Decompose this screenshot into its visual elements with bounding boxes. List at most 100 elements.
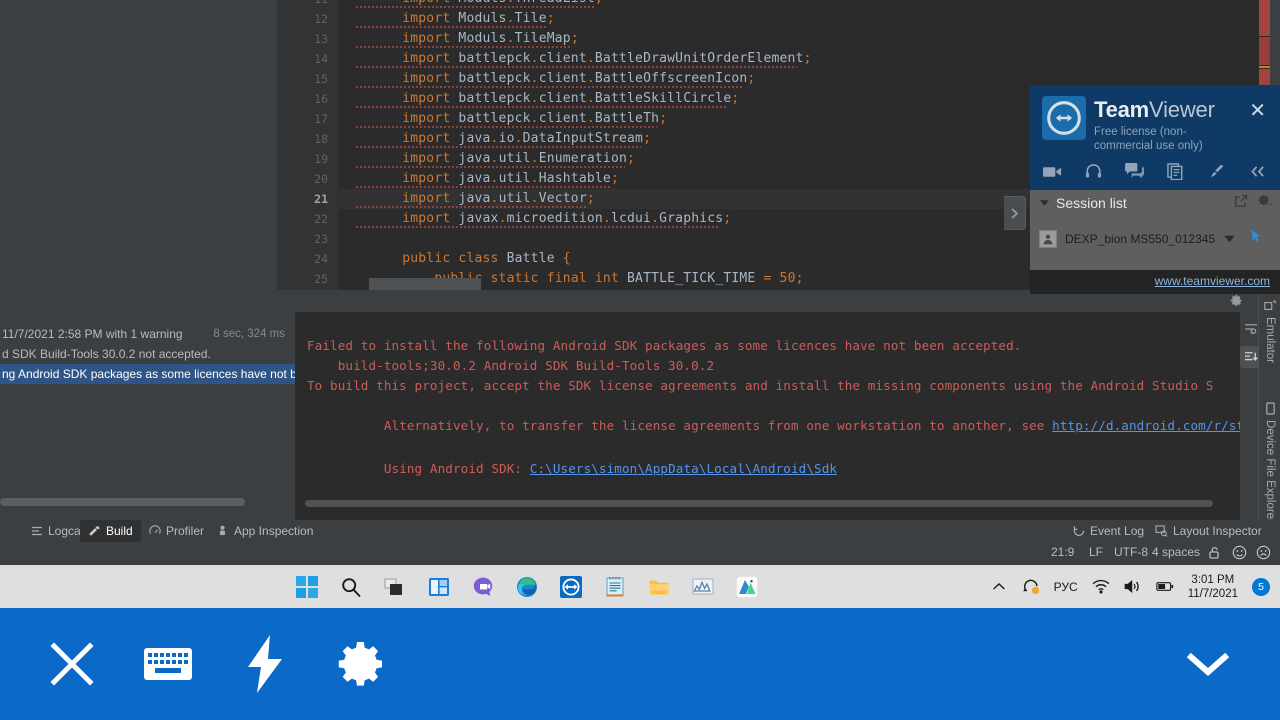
android-studio-icon[interactable]: [733, 573, 761, 601]
settings-button[interactable]: [320, 608, 400, 720]
tab-layout-inspector[interactable]: Layout Inspector: [1155, 520, 1262, 542]
line-number: 17: [288, 109, 328, 129]
tool-tab-label: Emulator: [1264, 317, 1276, 363]
build-tree-row[interactable]: d SDK Build-Tools 30.0.2 not accepted.: [0, 344, 295, 364]
performance-monitor-icon[interactable]: [689, 573, 717, 601]
windows-update-icon[interactable]: [1022, 578, 1040, 596]
unlocked-icon[interactable]: [1208, 546, 1221, 563]
chat-teams-icon[interactable]: [469, 573, 497, 601]
task-view-icon[interactable]: [381, 573, 409, 601]
language-indicator[interactable]: РУС: [1054, 578, 1078, 596]
error-squiggle: [356, 206, 586, 208]
status-bar: 21:9 LF UTF-8 4 spaces: [0, 542, 1280, 565]
file-encoding[interactable]: UTF-8: [1114, 545, 1148, 559]
keyboard-button[interactable]: [128, 608, 208, 720]
collapse-bar-button[interactable]: [1168, 608, 1248, 720]
expand-panel-arrow[interactable]: [1004, 196, 1026, 230]
console-sdk-prefix: Using Android SDK:: [384, 461, 530, 476]
avatar: [1039, 230, 1057, 248]
line-number: 16: [288, 89, 328, 109]
line-separator[interactable]: LF: [1089, 545, 1103, 559]
tool-tab-device-file-explorer[interactable]: Device File Explorer: [1259, 396, 1280, 536]
teamviewer-title-light: Viewer: [1149, 97, 1215, 122]
popout-icon[interactable]: [1234, 194, 1248, 213]
file-explorer-icon[interactable]: [645, 573, 673, 601]
close-icon[interactable]: ✕: [1249, 102, 1266, 120]
tab-label: Profiler: [166, 524, 204, 538]
taskbar-clock[interactable]: 3:01 PM 11/7/2021: [1188, 573, 1238, 601]
tool-tab-emulator[interactable]: Emulator: [1259, 294, 1280, 386]
build-tree-row-selected[interactable]: ng Android SDK packages as some licences…: [0, 364, 295, 384]
sad-face-icon[interactable]: [1256, 545, 1271, 563]
code-selection: [369, 278, 481, 290]
microsoft-edge-icon[interactable]: [513, 573, 541, 601]
chat-icon[interactable]: [1124, 161, 1144, 181]
battery-icon[interactable]: [1156, 578, 1174, 596]
console-horizontal-scrollbar[interactable]: [295, 499, 1240, 508]
build-results-tree[interactable]: 11/7/2021 2:58 PM with 1 warning 8 sec, …: [0, 312, 295, 520]
line-number: 19: [288, 149, 328, 169]
teamviewer-session-panel: Session list DEXP_bion MS550_0123456789: [1030, 190, 1280, 270]
editor-gutter[interactable]: 111213141516171819202122232425: [277, 0, 338, 290]
build-tool-window: 11/7/2021 2:58 PM with 1 warning 8 sec, …: [0, 290, 1280, 520]
teamviewer-logo-icon: [1042, 96, 1086, 140]
actions-button[interactable]: [225, 608, 305, 720]
show-hidden-icons[interactable]: [990, 578, 1008, 596]
video-camera-icon[interactable]: [1042, 161, 1062, 181]
error-squiggle: [356, 66, 797, 68]
tab-label: Logcat: [48, 524, 84, 538]
tab-event-log[interactable]: Event Log: [1072, 520, 1144, 542]
teamviewer-website-link[interactable]: www.teamviewer.com: [1155, 274, 1270, 288]
tab-build[interactable]: Build: [80, 520, 141, 542]
gear-icon[interactable]: [1258, 194, 1272, 213]
chevron-down-icon[interactable]: [1039, 194, 1050, 212]
search-icon[interactable]: [337, 573, 365, 601]
build-tree-row[interactable]: 11/7/2021 2:58 PM with 1 warning 8 sec, …: [0, 324, 295, 344]
notepad-icon[interactable]: [601, 573, 629, 601]
notification-badge[interactable]: 5: [1252, 578, 1270, 596]
headset-icon[interactable]: [1083, 161, 1103, 181]
build-tree-horizontal-scrollbar[interactable]: [0, 498, 295, 506]
notes-icon[interactable]: [1165, 161, 1185, 181]
sdk-path-link[interactable]: C:\Users\simon\AppData\Local\Android\Sdk: [530, 461, 837, 476]
editor-left-blank-area: [0, 0, 277, 290]
indent-setting[interactable]: 4 spaces: [1152, 545, 1200, 559]
line-number: 25: [288, 269, 328, 289]
remote-pointer-icon[interactable]: [1250, 229, 1263, 249]
line-number: 24: [288, 249, 328, 269]
session-list-header[interactable]: Session list: [1030, 190, 1280, 216]
error-squiggle: [356, 126, 657, 128]
error-squiggle: [356, 146, 641, 148]
line-number: 14: [288, 49, 328, 69]
build-output-console[interactable]: Failed to install the following Android …: [295, 312, 1240, 520]
error-squiggle: [356, 46, 571, 48]
tab-profiler[interactable]: Profiler: [140, 520, 212, 542]
code-line: public class Battle {: [338, 249, 571, 269]
line-number: 22: [288, 209, 328, 229]
emulator-icon: [1264, 300, 1276, 312]
console-line: build-tools;30.0.2 Android SDK Build-Too…: [307, 356, 714, 376]
line-number: 20: [288, 169, 328, 189]
whiteboard-icon[interactable]: [1206, 161, 1226, 181]
console-side-buttons: [1240, 312, 1258, 520]
tab-label: Event Log: [1090, 524, 1144, 538]
volume-icon[interactable]: [1124, 578, 1142, 596]
wifi-icon[interactable]: [1092, 578, 1110, 596]
session-list-item[interactable]: DEXP_bion MS550_0123456789: [1030, 226, 1280, 252]
widgets-icon[interactable]: [425, 573, 453, 601]
logcat-icon: [30, 525, 43, 538]
session-dropdown-icon[interactable]: [1223, 230, 1236, 248]
happy-face-icon[interactable]: [1232, 545, 1247, 563]
caret-position[interactable]: 21:9: [1051, 545, 1074, 559]
teamviewer-title-bold: Team: [1094, 97, 1149, 122]
build-duration: 8 sec, 324 ms: [213, 324, 285, 344]
collapse-left-icon[interactable]: [1247, 161, 1267, 181]
tab-app-inspection[interactable]: App Inspection: [208, 520, 321, 542]
start-button[interactable]: [293, 573, 321, 601]
gear-icon[interactable]: [1228, 292, 1244, 308]
teamviewer-title: TeamViewer: [1094, 97, 1215, 123]
line-number: 21: [288, 189, 328, 209]
close-session-button[interactable]: [32, 608, 112, 720]
console-line: To build this project, accept the SDK li…: [307, 376, 1213, 396]
teamviewer-icon[interactable]: [557, 573, 585, 601]
